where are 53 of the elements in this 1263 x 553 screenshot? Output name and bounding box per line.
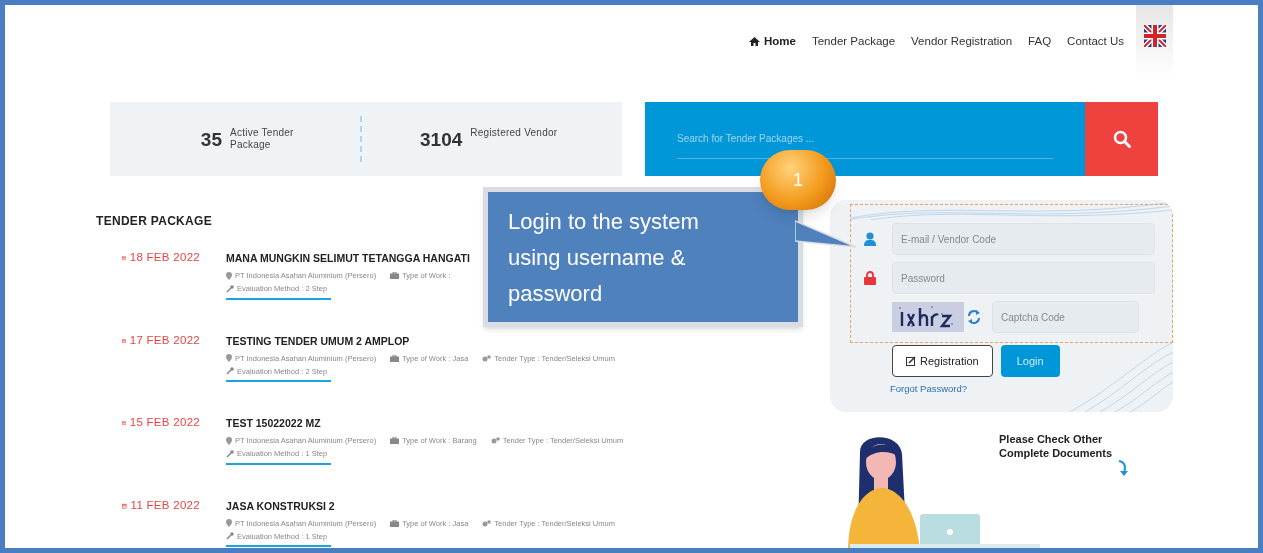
- documents-note: Please Check Other Complete Documents: [999, 432, 1114, 460]
- gears-icon: [490, 437, 500, 445]
- stat-label: Registered Vendor: [470, 127, 558, 139]
- wrench-icon: [226, 532, 234, 541]
- nav-link[interactable]: Tender Package: [811, 33, 896, 51]
- gears-icon: [482, 519, 492, 527]
- password-field[interactable]: Password: [892, 262, 1155, 294]
- callout-text: Login to the system using username & password: [508, 208, 700, 308]
- wrench-icon: [226, 284, 234, 293]
- map-pin-icon: [226, 354, 232, 363]
- tender-date: 11 FEB 2022: [130, 497, 200, 513]
- tender-date: 15 FEB 2022: [129, 415, 200, 431]
- email-field[interactable]: E-mail / Vendor Code: [892, 223, 1155, 255]
- briefcase-icon: [390, 437, 400, 445]
- briefcase-icon: [390, 354, 400, 362]
- registration-button[interactable]: Registration: [892, 345, 993, 377]
- search-button[interactable]: [1085, 102, 1158, 176]
- map-pin-icon: [226, 271, 232, 280]
- wrench-icon: [226, 367, 234, 376]
- search-icon: [1112, 130, 1131, 148]
- nav-link[interactable]: FAQ: [1028, 33, 1052, 51]
- map-pin-icon: [226, 519, 232, 528]
- wrench-icon: [226, 449, 234, 458]
- calendar-icon: [122, 253, 126, 263]
- tender-title[interactable]: TEST 15022022 MZ: [226, 415, 624, 431]
- briefcase-icon: [390, 272, 400, 280]
- calendar-icon: [122, 500, 127, 511]
- briefcase-icon: [390, 519, 400, 527]
- captcha-field[interactable]: Captcha Code: [992, 301, 1139, 333]
- captcha-image: [892, 302, 964, 332]
- tender-date: 17 FEB 2022: [129, 332, 200, 348]
- stat-label: Active Tender Package: [230, 127, 295, 151]
- section-heading: TENDER PACKAGE: [96, 213, 212, 230]
- edit-icon: [906, 356, 916, 366]
- lock-icon: [864, 271, 876, 285]
- nav-link[interactable]: Home: [749, 33, 796, 51]
- gears-icon: [482, 354, 492, 362]
- tender-title[interactable]: MANA MUNGKIN SELIMUT TETANGGA HANGATI: [226, 250, 470, 266]
- tender-title[interactable]: JASA KONSTRUKSI 2: [226, 497, 615, 514]
- nav-link[interactable]: Contact Us: [1067, 33, 1124, 51]
- nav-link[interactable]: Vendor Registration: [911, 33, 1013, 51]
- refresh-icon[interactable]: [967, 309, 981, 325]
- tender-title[interactable]: TESTING TENDER UMUM 2 AMPLOP: [226, 332, 615, 349]
- user-icon: [864, 232, 876, 246]
- map-pin-icon: [226, 436, 232, 445]
- stat-value: 3104: [420, 129, 463, 151]
- tender-date: 18 FEB 2022: [129, 250, 200, 266]
- home-icon: [749, 37, 760, 47]
- uk-flag-icon: [1143, 25, 1166, 47]
- stat-value: 35: [200, 129, 222, 151]
- curved-arrow-icon: [1117, 460, 1129, 476]
- forgot-password-link[interactable]: Forgot Password?: [890, 382, 968, 397]
- calendar-icon: [122, 418, 126, 428]
